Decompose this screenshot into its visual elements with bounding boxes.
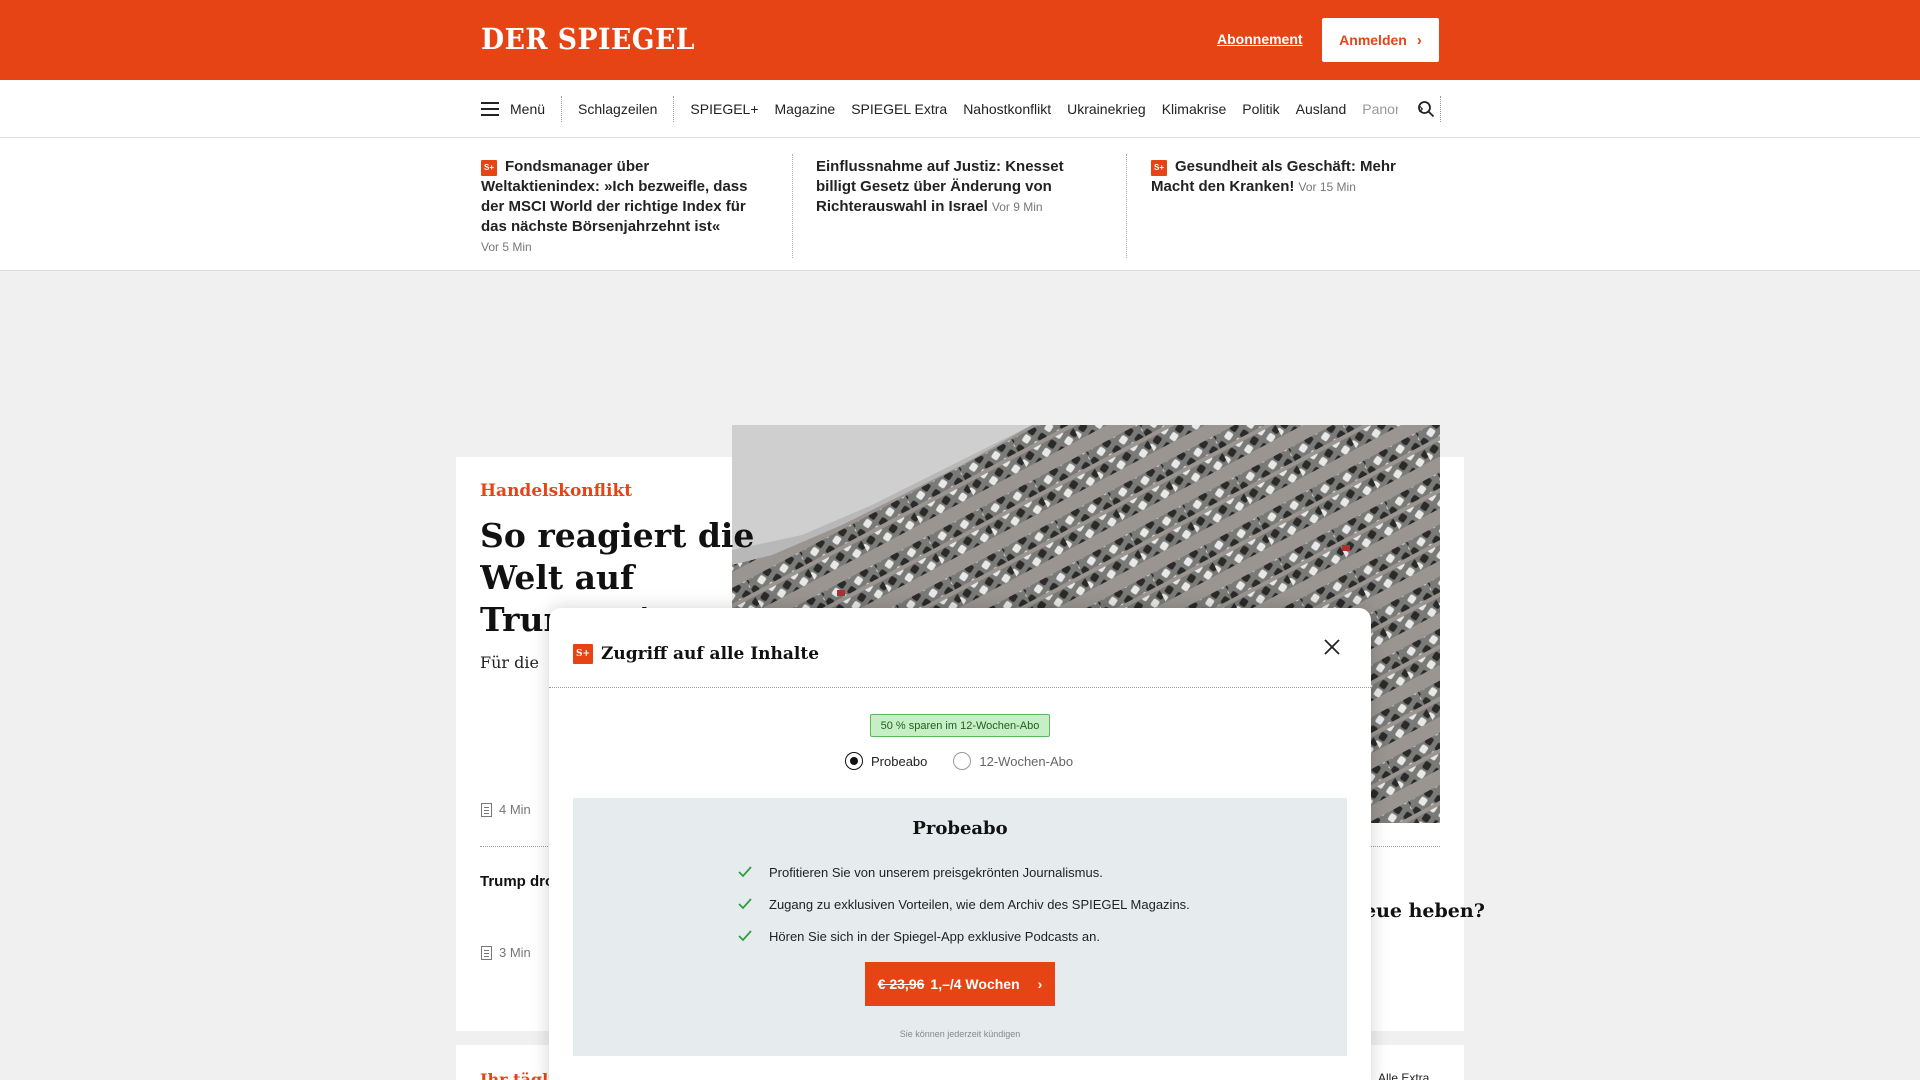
top-story-title: Fondsmanager über Weltaktienindex: »Ich … [481, 158, 748, 235]
story-divider [1370, 846, 1440, 847]
checkmark-icon [738, 866, 752, 878]
nav-item-headlines[interactable]: Schlagzeilen [578, 101, 657, 117]
read-time-label: 3 Min [499, 945, 531, 960]
menu-icon[interactable] [481, 102, 499, 116]
subscribe-cta-button[interactable]: € 23,96 1,–/4 Wochen › [865, 962, 1055, 1006]
modal-title: S+ Zugriff auf alle Inhalte [573, 644, 819, 664]
benefit-item: Zugang zu exklusiven Vorteilen, wie dem … [738, 888, 1190, 920]
top-story-3[interactable]: S+ Gesundheit als Geschäft: Mehr Macht de… [1151, 157, 1441, 197]
nav-item-panorama[interactable]: Panor [1362, 101, 1398, 117]
nav-item-ukrainekrieg[interactable]: Ukrainekrieg [1067, 101, 1146, 117]
story-divider [480, 846, 548, 847]
side-headline[interactable]: eue heben? [1364, 898, 1485, 925]
read-time: 3 Min [481, 945, 531, 960]
savings-badge: 50 % sparen im 12-Wochen-Abo [870, 714, 1050, 737]
modal-title-text: Zugriff auf alle Inhalte [601, 644, 820, 664]
top-story-time: Vor 9 Min [991, 200, 1043, 214]
top-story-title: Gesundheit als Geschäft: Mehr Macht den … [1151, 158, 1396, 195]
nav-divider [1439, 96, 1441, 122]
old-price: € 23,96 [877, 976, 925, 992]
nav-divider [673, 96, 675, 122]
spiegel-plus-icon: S+ [481, 160, 497, 176]
top-header: DER SPIEGEL Abonnement Anmelden › [0, 0, 1920, 80]
offer-box: Probeabo Profitieren Sie von unserem pre… [573, 798, 1347, 1056]
nav-item-magazine[interactable]: Magazine [775, 101, 836, 117]
new-price: 1,–/4 Wochen [930, 976, 1020, 992]
top-story-time: Vor 15 Min [1298, 180, 1356, 194]
story-kicker[interactable]: Handelskonflikt [480, 481, 632, 501]
nav-item-klimakrise[interactable]: Klimakrise [1162, 101, 1227, 117]
benefit-item: Profitieren Sie von unserem preisgekrönt… [738, 856, 1190, 888]
menu-label[interactable]: Menü [510, 101, 545, 117]
radio-12-wochen-abo[interactable] [953, 752, 972, 770]
benefit-item: Hören Sie sich in der Spiegel-App exklus… [738, 920, 1190, 952]
nav-item-spiegel-extra[interactable]: SPIEGEL Extra [851, 101, 947, 117]
top-stories-strip: S+ Fondsmanager über Weltaktienindex: »Ic… [0, 138, 1920, 271]
login-button[interactable]: Anmelden › [1322, 18, 1439, 62]
secondary-headline[interactable]: Trump dro höheren Z Angebot [480, 872, 550, 892]
radio-probeabo-label[interactable]: Probeabo [871, 754, 927, 769]
close-icon[interactable] [1322, 637, 1342, 657]
spiegel-plus-icon: S+ [573, 644, 593, 664]
read-time: 4 Min [481, 802, 531, 817]
subscription-modal: S+ Zugriff auf alle Inhalte 50 % sparen … [549, 608, 1371, 1080]
benefit-text: Hören Sie sich in der Spiegel-App exklus… [769, 928, 1100, 944]
all-extra-link[interactable]: Alle Extra [1378, 1071, 1429, 1080]
search-icon[interactable] [1417, 100, 1435, 118]
nav-item-politik[interactable]: Politik [1242, 101, 1279, 117]
top-story-2[interactable]: Einflussnahme auf Justiz: Knesset billig… [816, 157, 1106, 217]
chevron-right-icon: › [1037, 976, 1043, 992]
top-story-time: Vor 5 Min [481, 240, 532, 254]
radio-probeabo[interactable] [845, 752, 863, 770]
nav-item-spiegel-plus[interactable]: SPIEGEL+ [690, 101, 758, 117]
lead-teaser: Für die Au Schlag: Zö will US-Pr importi… [480, 653, 540, 672]
nav-divider [561, 96, 563, 122]
nav-item-ausland[interactable]: Ausland [1296, 101, 1347, 117]
offer-title: Probeabo [912, 818, 1008, 839]
benefit-list: Profitieren Sie von unserem preisgekrönt… [738, 856, 1190, 952]
spiegel-logo[interactable]: DER SPIEGEL [481, 22, 695, 56]
article-icon [481, 945, 492, 960]
benefit-text: Zugang zu exklusiven Vorteilen, wie dem … [769, 896, 1190, 912]
plan-selector: Probeabo 12-Wochen-Abo [845, 752, 1091, 770]
nav-item-nahostkonflikt[interactable]: Nahostkonflikt [963, 101, 1051, 117]
checkmark-icon [738, 898, 752, 910]
top-story-1[interactable]: S+ Fondsmanager über Weltaktienindex: »Ic… [481, 157, 771, 257]
subscription-link[interactable]: Abonnement [1217, 31, 1303, 47]
read-time-label: 4 Min [499, 802, 531, 817]
article-icon [481, 802, 492, 817]
checkmark-icon [738, 930, 752, 942]
cancel-note: Sie können jederzeit kündigen [899, 1029, 1021, 1039]
nav-items: Menü Schlagzeilen SPIEGEL+ Magazine SPIE… [481, 80, 1457, 138]
modal-header: S+ Zugriff auf alle Inhalte [549, 608, 1371, 688]
radio-12-wochen-abo-label[interactable]: 12-Wochen-Abo [979, 754, 1073, 769]
benefit-text: Profitieren Sie von unserem preisgekrönt… [769, 864, 1103, 880]
chevron-right-icon: › [1416, 31, 1422, 49]
spiegel-plus-icon: S+ [1151, 160, 1167, 176]
story-divider [1126, 154, 1127, 258]
login-button-label: Anmelden [1339, 32, 1407, 48]
story-divider [792, 154, 793, 258]
main-navigation: Menü Schlagzeilen SPIEGEL+ Magazine SPIE… [0, 80, 1920, 138]
